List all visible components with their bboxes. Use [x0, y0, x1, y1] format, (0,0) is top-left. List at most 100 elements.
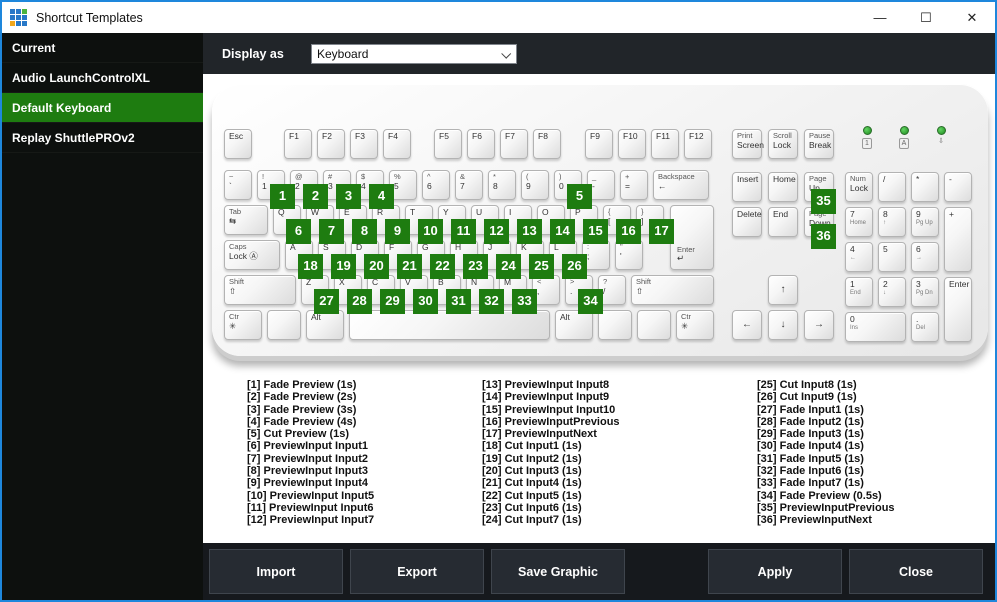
key-sym[interactable]: ↑ [768, 275, 798, 305]
key-sym[interactable]: Shift ⇧ [224, 275, 296, 305]
key-f4[interactable]: F4 [383, 129, 411, 159]
key-screen[interactable]: Print Screen [732, 129, 764, 159]
key-sym[interactable]: ← [732, 310, 762, 340]
key-7[interactable]: 7 Home [845, 207, 873, 237]
key-blank[interactable] [349, 310, 550, 340]
display-as-select[interactable]: Keyboard [311, 43, 517, 64]
key-f9[interactable]: F9 [585, 129, 613, 159]
key-sym[interactable]: Tab ⇆ [224, 205, 268, 235]
key-sym[interactable]: ~ ` [224, 170, 252, 200]
key-enter[interactable]: Enter [944, 277, 972, 342]
key-blank[interactable] [598, 310, 632, 340]
keyboard-leds: 1 A ⇩ [860, 126, 948, 149]
legend-entry: [33] Fade Input7 (1s) [757, 477, 864, 490]
key-f12[interactable]: F12 [684, 129, 712, 159]
key-f10[interactable]: F10 [618, 129, 646, 159]
shortcut-badge-9: 9 [385, 219, 410, 244]
legend-entry: [19] Cut Input2 (1s) [482, 452, 582, 465]
key-enter[interactable]: Enter ↵ [670, 205, 714, 270]
key-q[interactable]: Q6 [273, 205, 311, 244]
key-alt[interactable]: Alt [306, 310, 344, 340]
key-7[interactable]: & 7 [455, 170, 483, 200]
key-0[interactable]: ) 0 5 [554, 170, 592, 209]
shortcut-badge-2: 2 [303, 184, 328, 209]
save-graphic-button[interactable]: Save Graphic [491, 549, 625, 594]
key-lock[interactable]: Num Lock [845, 172, 873, 202]
key-sym[interactable]: * [911, 172, 939, 202]
close-button[interactable]: Close [849, 549, 983, 594]
legend-column-1: [1] Fade Preview (1s) [2] Fade Preview (2… [247, 379, 479, 527]
key-sym[interactable]: ↓ [768, 310, 798, 340]
key-z[interactable]: Z 27 [301, 275, 339, 314]
key-f2[interactable]: F2 [317, 129, 345, 159]
export-button[interactable]: Export [350, 549, 484, 594]
legend-entry: [17] PreviewInputNext [482, 428, 597, 441]
apply-button[interactable]: Apply [708, 549, 842, 594]
key-f11[interactable]: F11 [651, 129, 679, 159]
key-sym[interactable]: Ctr ✳ [224, 310, 262, 340]
key-sym[interactable]: Shift ⇧ [631, 275, 714, 305]
key-blank[interactable] [267, 310, 301, 340]
key-blank[interactable] [637, 310, 671, 340]
key-sym[interactable]: - [944, 172, 972, 202]
key-1[interactable]: ! 1 1 [257, 170, 295, 209]
shortcut-badge-36: 36 [811, 224, 836, 249]
key-sym[interactable]: Backspace ← [653, 170, 709, 200]
key-esc[interactable]: Esc [224, 129, 252, 159]
key-a[interactable]: A 18 [285, 240, 323, 279]
key-1[interactable]: 1 End [845, 277, 873, 307]
legend-entry: [32] Fade Input6 (1s) [757, 465, 864, 478]
key-sym[interactable]: " ' [615, 240, 643, 270]
caps-lock-led-icon: A [898, 138, 910, 149]
sidebar-item-current[interactable]: Current [2, 33, 203, 63]
key-up[interactable]: Page Up 35 [804, 172, 836, 214]
key-6[interactable]: 6 → [911, 242, 939, 272]
close-window-button[interactable]: ✕ [949, 2, 995, 33]
key-break[interactable]: Pause Break [804, 129, 834, 159]
key-f6[interactable]: F6 [467, 129, 495, 159]
minimize-button[interactable]: — [857, 2, 903, 33]
key-6[interactable]: ^ 6 [422, 170, 450, 200]
key-sym[interactable]: / [878, 172, 906, 202]
sidebar-item-default-keyboard[interactable]: Default Keyboard [2, 93, 203, 123]
key-2[interactable]: 2 ↓ [878, 277, 906, 307]
legend-entry: [36] PreviewInputNext [757, 514, 872, 527]
legend-entry: [25] Cut Input8 (1s) [757, 379, 857, 391]
key-sym[interactable]: + [944, 207, 972, 272]
key-f5[interactable]: F5 [434, 129, 462, 159]
key-9[interactable]: (9 [521, 170, 549, 200]
legend-entry: [28] Fade Input2 (1s) [757, 415, 864, 428]
key-end[interactable]: End [768, 207, 798, 237]
key-home[interactable]: Home [768, 172, 798, 202]
key-8[interactable]: 8 ↑ [878, 207, 906, 237]
key-sym[interactable]: . Del [911, 312, 939, 342]
legend-entry: [29] Fade Input3 (1s) [757, 428, 864, 441]
key-4[interactable]: 4 ← [845, 242, 873, 272]
key-9[interactable]: 9 Pg Up [911, 207, 939, 237]
import-button[interactable]: Import [209, 549, 343, 594]
sidebar-item-audio-launchcontrolxl[interactable]: Audio LaunchControlXL [2, 63, 203, 93]
key-f7[interactable]: F7 [500, 129, 528, 159]
key-lock[interactable]: Scroll Lock [768, 129, 798, 159]
scroll-lock-led-icon: ⇩ [938, 138, 944, 145]
key-f8[interactable]: F8 [533, 129, 561, 159]
key-delete[interactable]: Delete [732, 207, 762, 237]
scroll-lock-led: ⇩ [934, 126, 948, 149]
keyboard-row: ~ `! 1 1 @2 2 #3 3 $4 4% 5 ^ 6 & 7 * 8(9) 0 5 _ - + = Backspace… [224, 170, 714, 209]
key-sym[interactable]: → [804, 310, 834, 340]
key-5[interactable]: 5 [878, 242, 906, 272]
sidebar-item-replay-shuttleprov2[interactable]: Replay ShuttlePROv2 [2, 123, 203, 153]
key-8[interactable]: * 8 [488, 170, 516, 200]
key-3[interactable]: 3 Pg Dn [911, 277, 939, 307]
key-f3[interactable]: F3 [350, 129, 378, 159]
maximize-button[interactable]: ☐ [903, 2, 949, 33]
key-sym[interactable]: + = [620, 170, 648, 200]
key-0[interactable]: 0 Ins [845, 312, 906, 342]
key-sym[interactable]: >. 34 [565, 275, 603, 314]
key-alt[interactable]: Alt [555, 310, 593, 340]
shortcut-badge-19: 19 [331, 254, 356, 279]
key-insert[interactable]: Insert [732, 172, 762, 202]
key-sym[interactable]: Ctr ✳ [676, 310, 714, 340]
key-lock[interactable]: Caps Lock Ⓐ [224, 240, 280, 270]
key-f1[interactable]: F1 [284, 129, 312, 159]
